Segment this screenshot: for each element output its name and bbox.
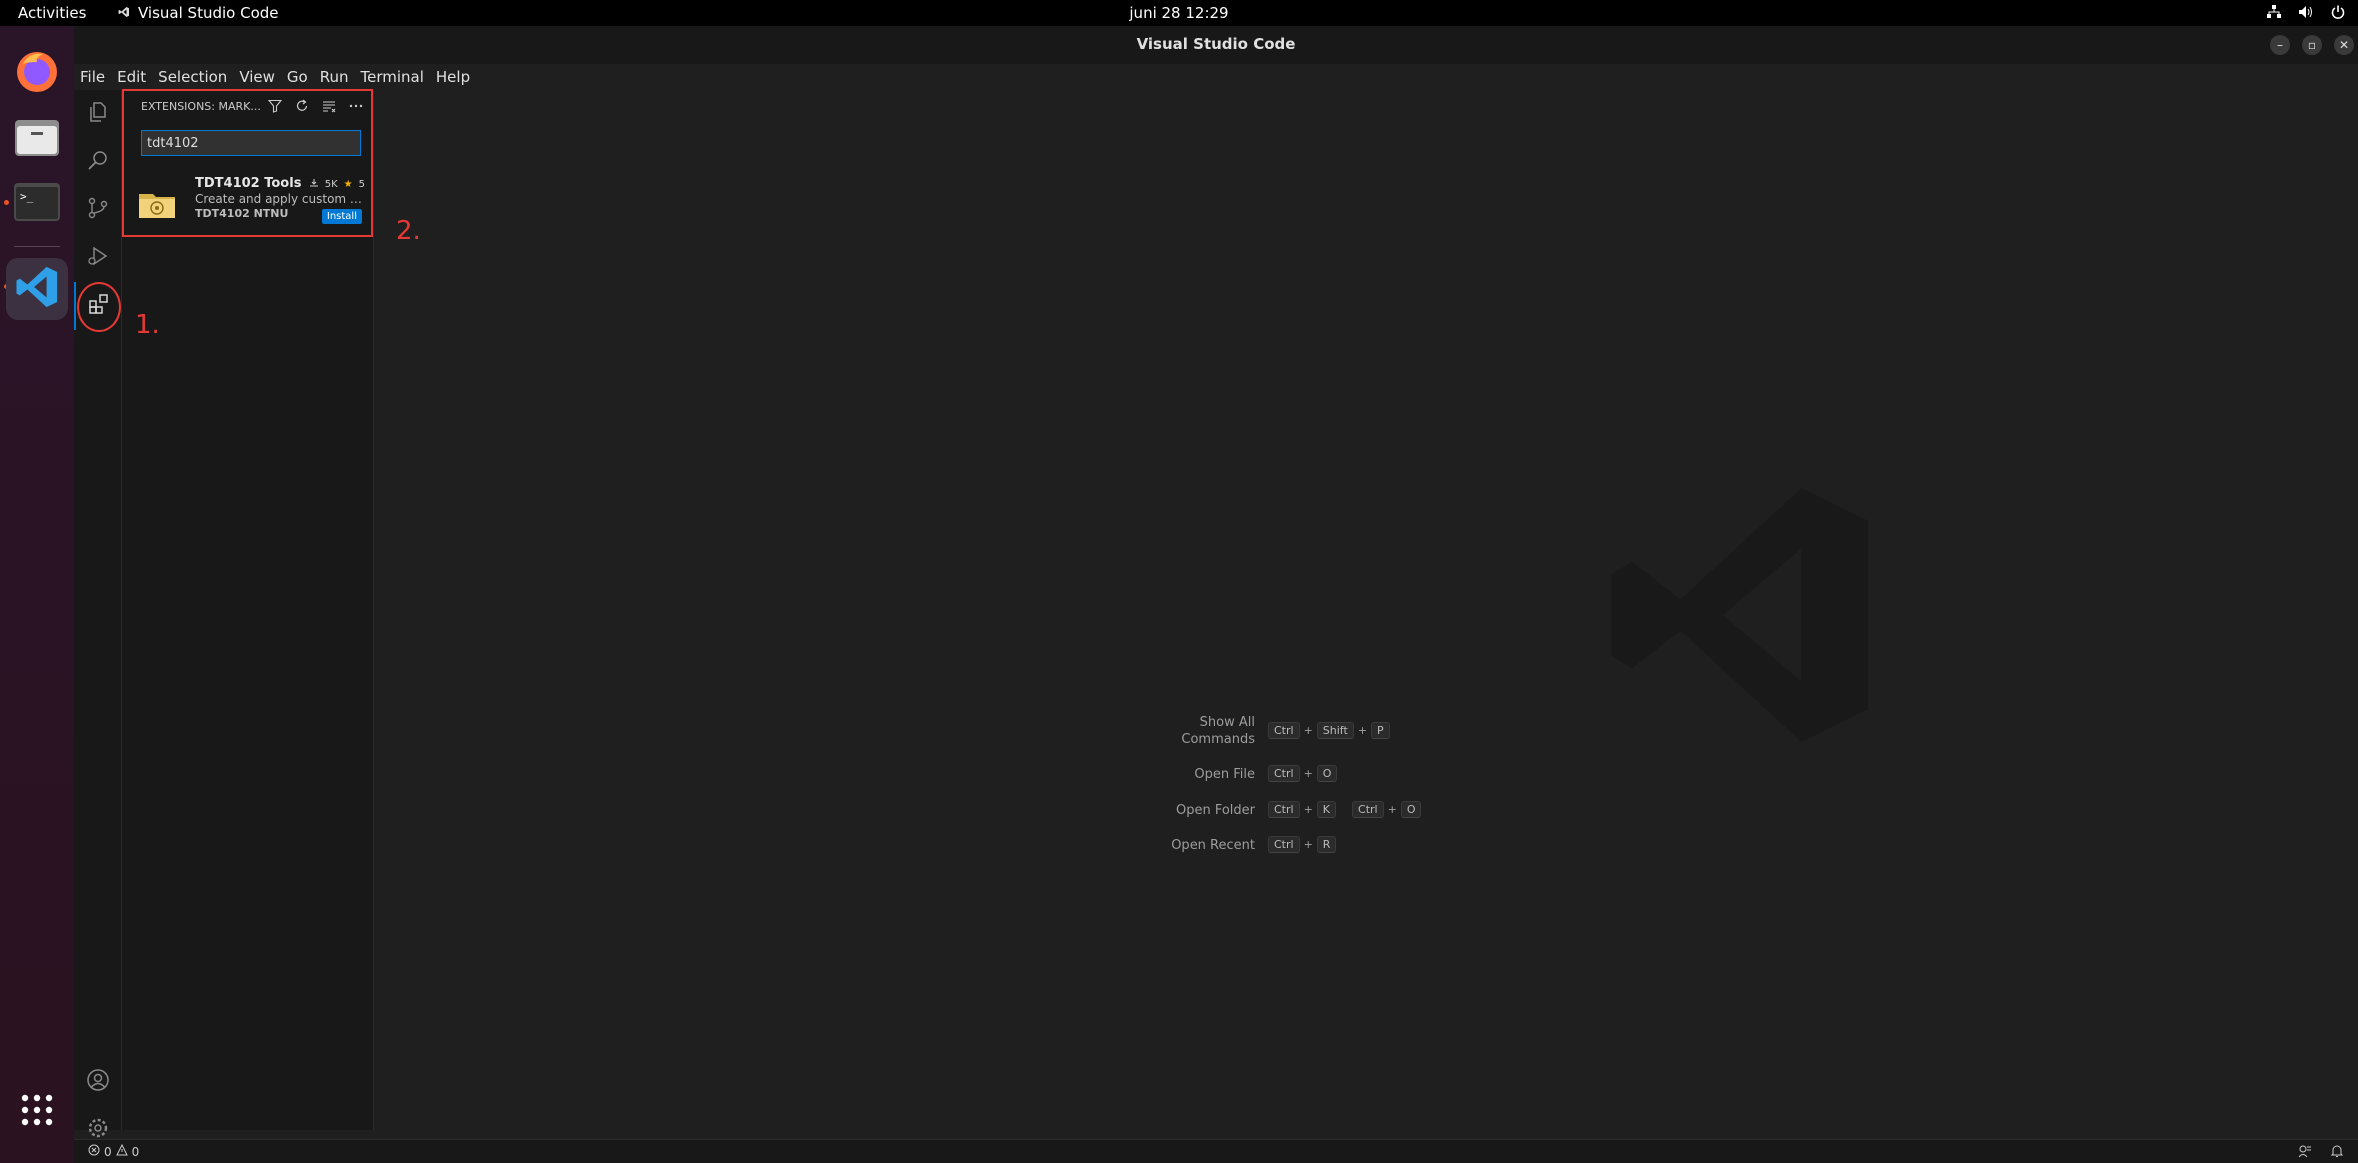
extensions-sidebar: EXTENSIONS: MARK... TDT4102 Tools (122, 90, 374, 1130)
menu-run[interactable]: Run (314, 64, 355, 90)
window-title: Visual Studio Code (1136, 35, 1296, 53)
svg-text:>_: >_ (20, 190, 34, 203)
key: Ctrl (1268, 801, 1300, 818)
firefox-launcher[interactable] (9, 46, 65, 102)
key: Ctrl (1268, 836, 1300, 853)
menu-bar: File Edit Selection View Go Run Terminal… (74, 64, 476, 90)
close-button[interactable]: ✕ (2334, 35, 2354, 55)
files-icon (15, 118, 59, 162)
key-plus: + (1303, 724, 1313, 737)
title-bar: Visual Studio Code – ▫ ✕ (74, 26, 2358, 64)
key: Shift (1316, 722, 1354, 739)
warning-count: 0 (131, 1144, 140, 1159)
problems-indicator[interactable]: 0 0 (88, 1143, 140, 1159)
annotation-label-2: 2. (396, 216, 421, 246)
shortcut-label: Open Folder (1175, 803, 1255, 818)
firefox-icon (15, 50, 59, 98)
key-plus: + (1357, 724, 1368, 737)
menu-file[interactable]: File (74, 64, 111, 90)
key-plus: + (1303, 838, 1313, 851)
explorer-button[interactable] (74, 90, 122, 138)
key: K (1316, 801, 1337, 818)
key: O (1316, 765, 1338, 782)
source-control-icon (86, 196, 110, 224)
clock[interactable]: juni 28 12:29 (0, 4, 2358, 22)
notifications-bell-icon[interactable] (2330, 1144, 2344, 1161)
vscode-window: Visual Studio Code – ▫ ✕ File Edit Selec… (74, 26, 2358, 1163)
menu-selection[interactable]: Selection (152, 64, 233, 90)
system-tray[interactable] (2266, 3, 2346, 21)
menu-view[interactable]: View (233, 64, 281, 90)
minimize-icon: – (2277, 38, 2283, 52)
key: R (1316, 836, 1337, 853)
dock-separator (14, 246, 60, 247)
shortcut-keys: Ctrl + R (1268, 836, 1337, 853)
menu-go[interactable]: Go (281, 64, 314, 90)
shortcut-label: Open File (1194, 767, 1255, 782)
terminal-icon: >_ (14, 183, 60, 225)
annotation-circle-extensions (77, 282, 121, 332)
restore-icon: ▫ (2307, 38, 2317, 52)
close-icon: ✕ (2338, 38, 2350, 52)
gnome-top-bar: Activities Visual Studio Code juni 28 12… (0, 0, 2358, 26)
run-debug-icon (86, 244, 110, 272)
accounts-button[interactable] (74, 1058, 122, 1106)
network-icon[interactable] (2266, 3, 2282, 21)
annotation-rect-extension (122, 89, 373, 237)
run-debug-button[interactable] (74, 234, 122, 282)
annotation-label-1: 1. (135, 310, 160, 340)
key-plus: + (1387, 803, 1397, 816)
vscode-watermark-icon (1596, 470, 1886, 764)
menu-edit[interactable]: Edit (111, 64, 152, 90)
terminal-launcher[interactable]: >_ (9, 176, 65, 232)
shortcut-keys: Ctrl + O (1268, 765, 1338, 782)
error-count: 0 (104, 1144, 112, 1159)
activity-bar (74, 90, 122, 1138)
warning-icon (115, 1143, 128, 1159)
restore-button[interactable]: ▫ (2302, 35, 2322, 55)
key-plus: + (1303, 803, 1313, 816)
volume-icon[interactable] (2298, 3, 2314, 21)
power-icon[interactable] (2330, 3, 2346, 21)
error-icon (88, 1144, 100, 1159)
shortcut-keys: Ctrl + Shift + P (1268, 722, 1390, 739)
show-apps-button[interactable] (9, 1084, 65, 1140)
search-icon (86, 148, 110, 176)
minimize-button[interactable]: – (2270, 35, 2290, 55)
search-button[interactable] (74, 138, 122, 186)
files-explorer-icon (86, 100, 110, 128)
menu-help[interactable]: Help (430, 64, 476, 90)
vscode-launcher[interactable] (6, 258, 68, 320)
key: Ctrl (1352, 801, 1384, 818)
files-launcher[interactable] (9, 112, 65, 168)
key-plus: + (1303, 767, 1313, 780)
editor-area: Show All Commands Ctrl + Shift + P Open … (375, 90, 2358, 1130)
vscode-icon (14, 264, 60, 314)
shortcut-label: Open Recent (1171, 838, 1255, 853)
shortcut-keys: Ctrl + K Ctrl + O (1268, 801, 1422, 818)
shortcut-label: Show All (1199, 715, 1255, 730)
shortcut-label-line2: Commands (1181, 732, 1255, 747)
menu-terminal[interactable]: Terminal (355, 64, 430, 90)
ubuntu-dock: >_ (0, 26, 74, 1163)
app-grid-icon (20, 1093, 54, 1131)
key: Ctrl (1268, 765, 1300, 782)
feedback-icon[interactable] (2298, 1144, 2312, 1161)
status-right (2298, 1144, 2344, 1161)
key: Ctrl (1268, 722, 1300, 739)
account-icon (86, 1068, 110, 1096)
status-bar: 0 0 (74, 1139, 2358, 1163)
source-control-button[interactable] (74, 186, 122, 234)
key: O (1400, 801, 1422, 818)
key: P (1371, 722, 1390, 739)
